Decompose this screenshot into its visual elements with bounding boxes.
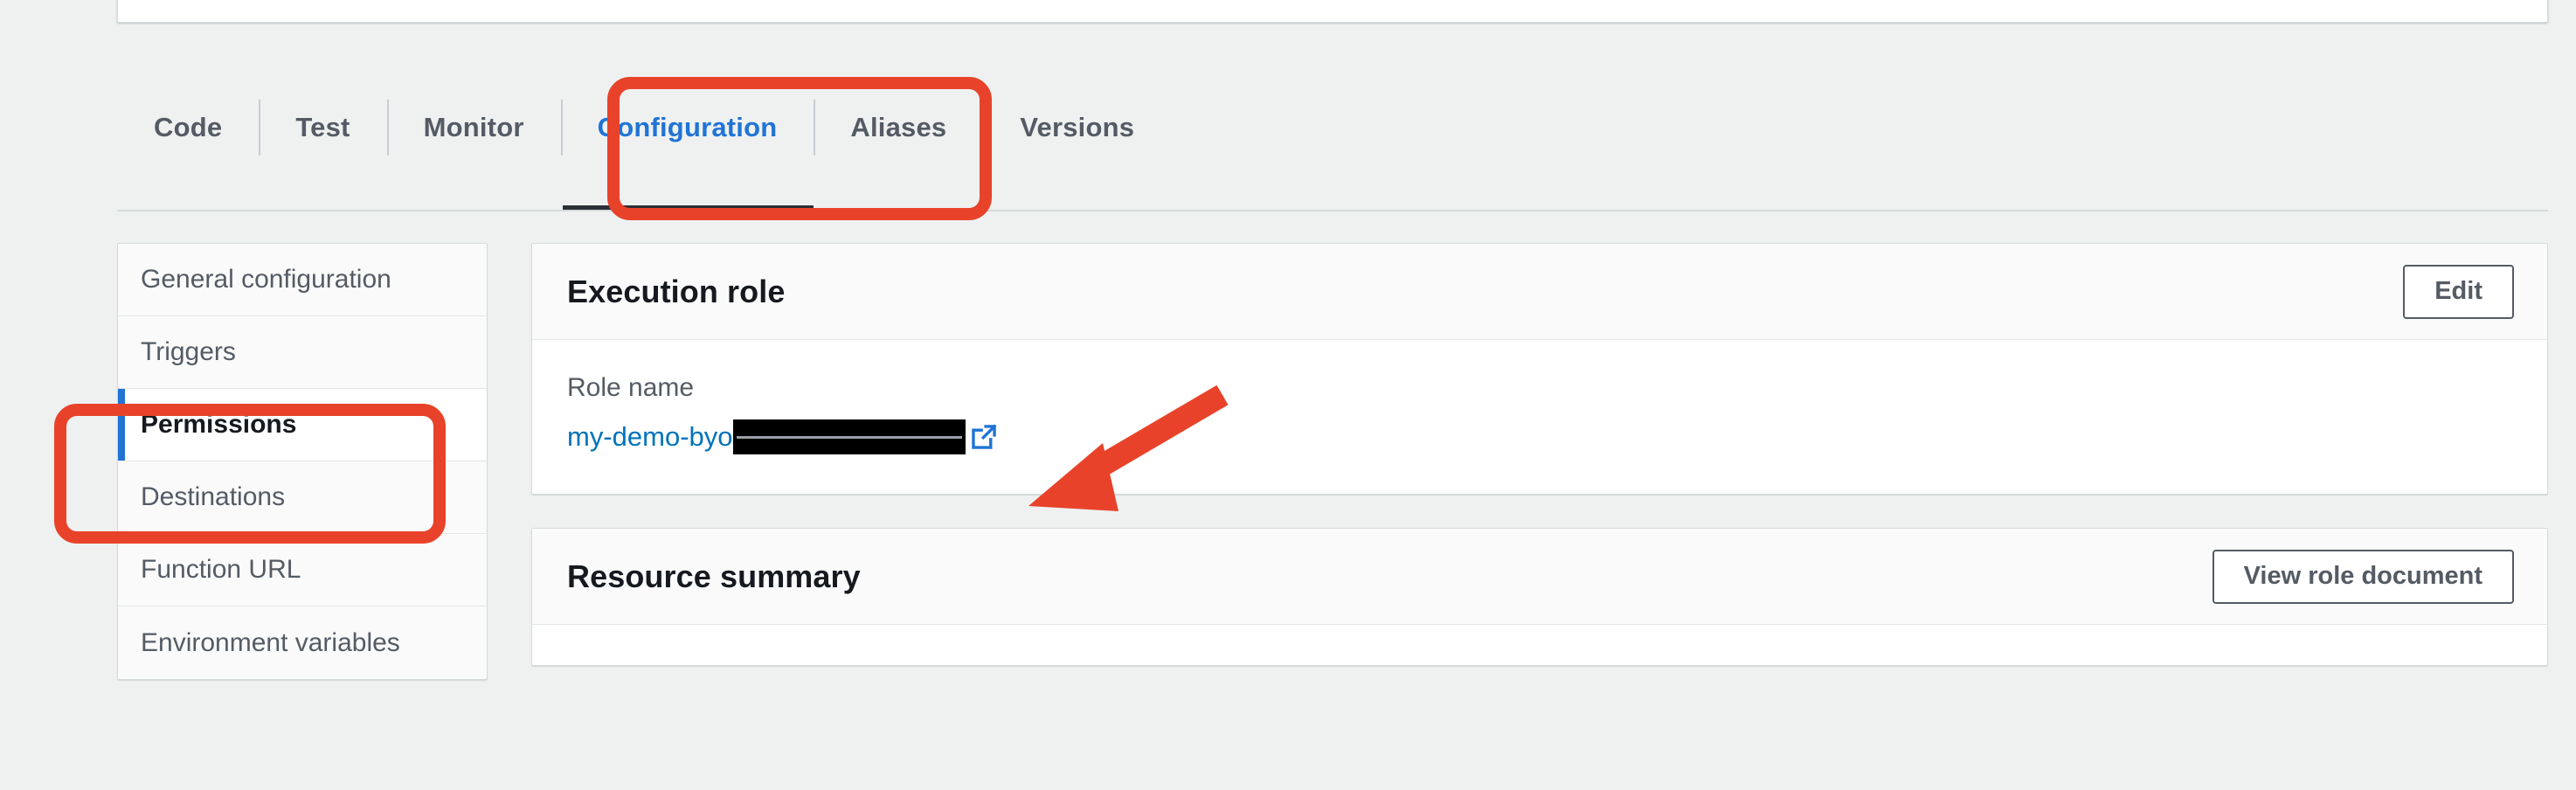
tab-aliases[interactable]: Aliases: [814, 80, 983, 175]
external-link-icon[interactable]: [969, 422, 999, 452]
tab-test-label: Test: [295, 112, 350, 142]
function-tab-bar: Code Test Monitor Configuration Aliases …: [117, 80, 2548, 211]
role-name-label: Role name: [567, 373, 695, 402]
view-role-document-button[interactable]: View role document: [2212, 549, 2514, 604]
configuration-sidebar: General configuration Triggers Permissio…: [117, 243, 488, 680]
execution-role-card-body: Role name my-demo-byo: [532, 340, 2547, 494]
execution-role-title: Execution role: [567, 273, 786, 309]
tab-code-label: Code: [154, 112, 223, 142]
tab-test[interactable]: Test: [259, 80, 386, 175]
configuration-content: Execution role Edit Role name my-demo-by…: [531, 243, 2548, 699]
execution-role-card-header: Execution role Edit: [532, 244, 2547, 340]
sidebar-item-label: General configuration: [141, 265, 391, 294]
tab-list: Code Test Monitor Configuration Aliases …: [117, 80, 2548, 210]
tab-monitor[interactable]: Monitor: [386, 80, 561, 175]
resource-summary-card-header: Resource summary View role document: [532, 529, 2547, 625]
tab-code[interactable]: Code: [117, 80, 259, 175]
resource-summary-card-body: [532, 625, 2547, 665]
sidebar-item-triggers[interactable]: Triggers: [118, 316, 487, 389]
tab-configuration-label: Configuration: [597, 112, 778, 142]
configuration-body: General configuration Triggers Permissio…: [0, 225, 2576, 790]
resource-summary-title: Resource summary: [567, 558, 861, 594]
sidebar-item-general-configuration[interactable]: General configuration: [118, 244, 487, 316]
tab-configuration[interactable]: Configuration: [560, 80, 814, 210]
tab-versions-label: Versions: [1020, 112, 1135, 142]
sidebar-item-label: Environment variables: [141, 627, 400, 657]
sidebar-item-function-url[interactable]: Function URL: [118, 534, 487, 606]
sidebar-item-environment-variables[interactable]: Environment variables: [118, 606, 487, 679]
role-name-link[interactable]: my-demo-byo: [567, 421, 733, 453]
sidebar-item-permissions[interactable]: Permissions: [118, 389, 487, 461]
execution-role-card: Execution role Edit Role name my-demo-by…: [531, 243, 2548, 495]
tab-aliases-label: Aliases: [850, 112, 947, 142]
sidebar-item-destinations[interactable]: Destinations: [118, 461, 487, 534]
sidebar-item-label: Function URL: [141, 555, 301, 584]
role-name-redaction-bar: [732, 419, 966, 454]
lambda-function-configuration-screen: Code Test Monitor Configuration Aliases …: [0, 0, 2576, 790]
sidebar-item-label: Destinations: [141, 482, 286, 511]
sidebar-item-label: Triggers: [141, 337, 236, 366]
sidebar-item-label: Permissions: [141, 410, 297, 439]
resource-summary-card: Resource summary View role document: [531, 528, 2548, 666]
role-name-value-row: my-demo-byo: [567, 417, 2512, 457]
tab-versions[interactable]: Versions: [983, 80, 1171, 175]
edit-execution-role-button[interactable]: Edit: [2403, 264, 2514, 319]
overview-card-partial: [117, 0, 2548, 23]
tab-monitor-label: Monitor: [423, 112, 524, 142]
